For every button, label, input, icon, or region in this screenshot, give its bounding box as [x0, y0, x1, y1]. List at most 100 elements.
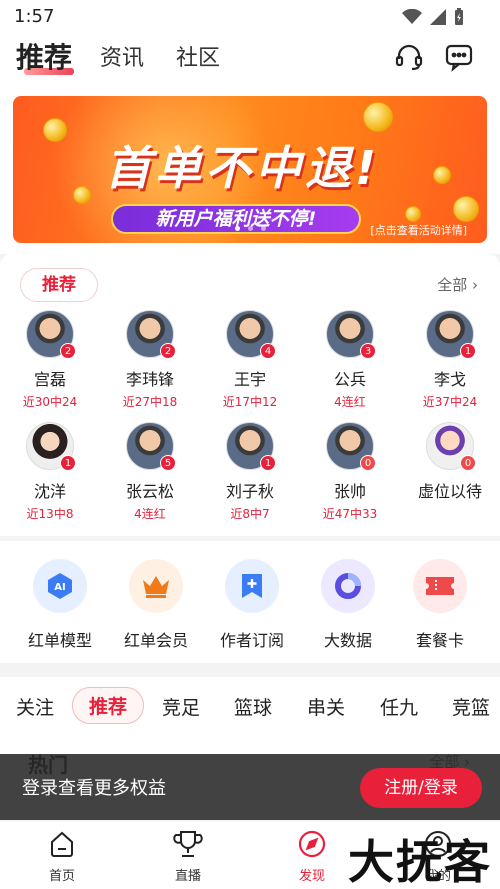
- ai-icon: AI: [33, 559, 87, 613]
- tool-label: 红单模型: [27, 631, 92, 650]
- expert-stat: 近13中8: [26, 507, 74, 521]
- expert-name: 李戈: [433, 370, 466, 389]
- expert-name: 张云松: [125, 482, 174, 501]
- login-prompt-text: 登录查看更多权益: [22, 778, 166, 799]
- tool-label: 套餐卡: [415, 631, 464, 650]
- experts-all-link[interactable]: 全部 ›: [437, 274, 478, 295]
- category-renjiu[interactable]: 任九: [380, 693, 418, 720]
- tab-recommend[interactable]: 推荐: [16, 36, 72, 76]
- tool-red-member[interactable]: 红单会员: [108, 559, 204, 651]
- count-badge: 1: [260, 455, 276, 471]
- category-jingzu[interactable]: 竞足: [162, 693, 200, 720]
- top-header: 推荐 资讯 社区: [0, 32, 500, 82]
- signal-icon: [430, 9, 446, 25]
- category-follow[interactable]: 关注: [16, 693, 54, 720]
- category-basketball[interactable]: 篮球: [234, 693, 272, 720]
- tool-label: 红单会员: [123, 631, 188, 650]
- nav-label: 发现: [298, 869, 325, 884]
- expert-name: 公兵: [333, 370, 366, 389]
- count-badge: 1: [60, 455, 76, 471]
- nav-label: 首页: [48, 869, 75, 884]
- category-jinglan[interactable]: 竞篮: [452, 693, 490, 720]
- watermark: 大抚客: [348, 835, 492, 889]
- count-badge: 2: [160, 343, 176, 359]
- category-tabs: 关注 推荐 竞足 篮球 串关 任九 竞篮: [0, 677, 500, 733]
- expert-name: 沈洋: [33, 482, 66, 501]
- avatar: 2: [26, 310, 76, 359]
- expert-item[interactable]: 1 沈洋 近13中8: [2, 422, 98, 522]
- register-login-button[interactable]: 注册/登录: [360, 768, 482, 808]
- expert-stat: 近8中7: [230, 507, 270, 521]
- expert-stat: 4连红: [134, 507, 166, 521]
- status-bar: 1:57: [0, 0, 500, 32]
- category-recommend[interactable]: 推荐: [72, 687, 145, 724]
- expert-item[interactable]: 1 刘子秋 近8中7: [202, 422, 298, 522]
- expert-item[interactable]: 4 王宇 近17中12: [202, 310, 298, 410]
- wifi-icon: [402, 9, 422, 24]
- tab-community[interactable]: 社区: [176, 40, 220, 72]
- banner-title: 首单不中退!: [105, 141, 380, 195]
- category-parlay[interactable]: 串关: [307, 693, 345, 720]
- avatar: 4: [226, 310, 276, 359]
- expert-stat: 近30中24: [22, 395, 78, 409]
- experts-tag[interactable]: 推荐: [20, 268, 98, 302]
- pagination-dot: [234, 226, 240, 231]
- svg-text:AI: AI: [54, 582, 65, 593]
- status-icons: [402, 8, 464, 26]
- home-icon: [51, 831, 73, 857]
- expert-item[interactable]: 3 公兵 4连红: [302, 310, 398, 410]
- expert-item[interactable]: 0 张帅 近47中33: [302, 422, 398, 522]
- avatar: 1: [426, 310, 476, 359]
- expert-stat: 近17中12: [222, 395, 278, 409]
- tool-red-model[interactable]: AI 红单模型: [12, 559, 108, 651]
- nav-home[interactable]: 首页: [22, 829, 102, 884]
- avatar: 1: [226, 422, 276, 471]
- nav-live[interactable]: 直播: [148, 829, 228, 884]
- promo-banner[interactable]: 首单不中退! 新用户福利送不停! [点击查看活动详情]: [13, 96, 487, 243]
- expert-item[interactable]: 5 张云松 4连红: [102, 422, 198, 522]
- expert-item-vacant[interactable]: 0 虚位以待: [402, 422, 498, 505]
- expert-stat: 近47中33: [322, 507, 378, 521]
- tool-big-data[interactable]: 大数据: [300, 559, 396, 651]
- count-badge: 2: [60, 343, 76, 359]
- headset-icon[interactable]: [392, 40, 426, 74]
- bookmark-plus-icon: [225, 559, 279, 613]
- tool-label: 作者订阅: [219, 631, 284, 650]
- tools-section: AI 红单模型 红单会员 作者订阅 大数据 套餐卡: [0, 541, 500, 663]
- count-badge: 0: [460, 455, 476, 471]
- banner-pagination: [0, 226, 500, 231]
- pagination-dot: [247, 226, 253, 231]
- expert-item[interactable]: 2 宫磊 近30中24: [2, 310, 98, 410]
- donut-chart-icon: [321, 559, 375, 613]
- trophy-icon: [173, 831, 203, 857]
- pagination-dot: [260, 226, 266, 231]
- message-icon[interactable]: [442, 40, 476, 74]
- count-badge: 1: [460, 343, 476, 359]
- status-time: 1:57: [14, 6, 55, 27]
- crown-icon: [129, 559, 183, 613]
- expert-stat: 近27中18: [122, 395, 178, 409]
- battery-icon: [455, 8, 463, 25]
- nav-discover[interactable]: 发现: [272, 829, 352, 884]
- banner-section: 首单不中退! 新用户福利送不停! [点击查看活动详情]: [0, 82, 500, 254]
- tool-author-subscribe[interactable]: 作者订阅: [204, 559, 300, 651]
- expert-name: 宫磊: [33, 370, 66, 389]
- expert-item[interactable]: 2 李玮锋 近27中18: [102, 310, 198, 410]
- nav-label: 直播: [174, 869, 201, 884]
- avatar: 3: [326, 310, 376, 359]
- expert-name: 李玮锋: [125, 370, 174, 389]
- avatar: 1: [26, 422, 76, 471]
- expert-name: 王宇: [233, 370, 266, 389]
- tool-package-card[interactable]: 套餐卡: [392, 559, 488, 651]
- avatar: 0: [326, 422, 376, 471]
- expert-item[interactable]: 1 李戈 近37中24: [402, 310, 498, 410]
- ticket-icon: [413, 559, 467, 613]
- tab-news[interactable]: 资讯: [100, 40, 144, 72]
- compass-icon: [298, 830, 326, 858]
- expert-name: 虚位以待: [417, 482, 482, 501]
- count-badge: 3: [360, 343, 376, 359]
- experts-section: 推荐 全部 › 2 宫磊 近30中24 2 李玮锋 近27中18 4 王宇 近1…: [0, 254, 500, 536]
- login-prompt-bar: 登录查看更多权益 注册/登录: [0, 754, 500, 820]
- count-badge: 0: [360, 455, 376, 471]
- count-badge: 4: [260, 343, 276, 359]
